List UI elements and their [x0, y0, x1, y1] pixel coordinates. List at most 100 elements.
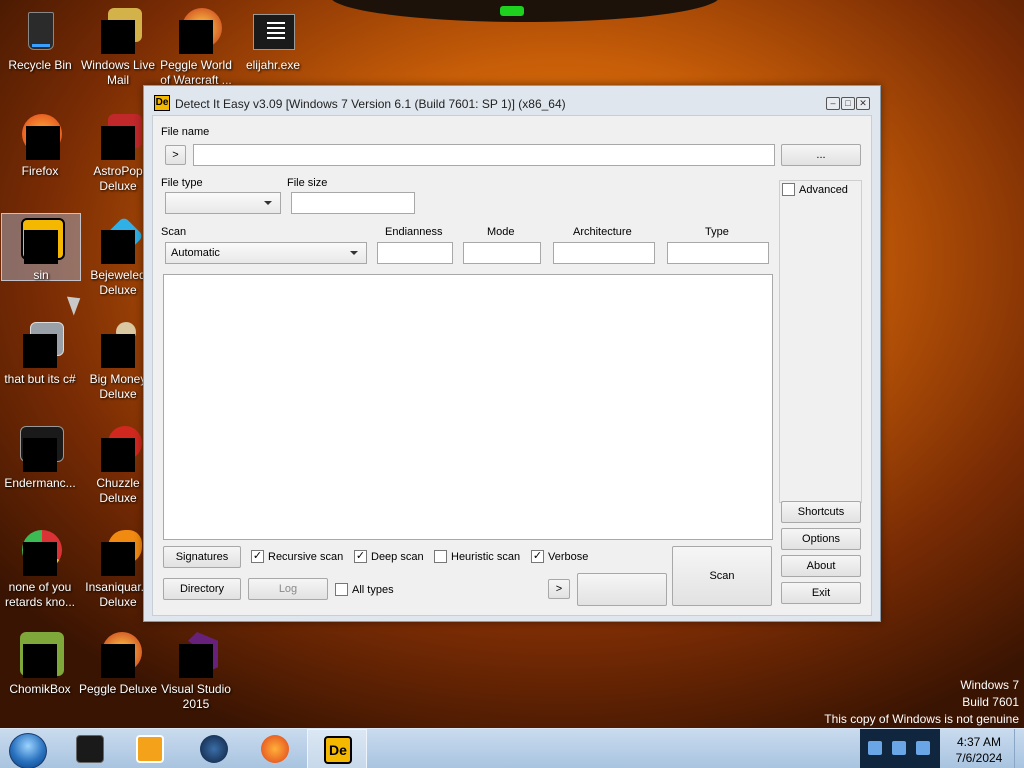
verbose-label: Verbose [548, 550, 589, 563]
exe-file-icon [249, 8, 297, 56]
heuristic-scan-checkbox[interactable]: Heuristic scan [434, 550, 520, 563]
verbose-checkbox[interactable]: ✓ Verbose [531, 550, 588, 563]
shortcuts-button[interactable]: Shortcuts [781, 501, 861, 523]
taskbar-item-firefox[interactable] [245, 729, 305, 768]
action-center-icon[interactable] [892, 741, 906, 755]
scan-mode-select[interactable]: Automatic [165, 242, 367, 264]
genuine-watermark: Windows 7 Build 7601 This copy of Window… [824, 677, 1019, 728]
desktop-icon-chomikbox[interactable]: ChomikBox [0, 628, 80, 697]
windows-live-mail-icon [94, 8, 142, 56]
taskbar-item-detect-it-easy[interactable]: De [307, 729, 367, 768]
file-size-label: File size [287, 177, 328, 189]
chevron-down-icon [264, 201, 272, 205]
show-desktop-button[interactable] [1014, 729, 1024, 768]
desktop-icon-endermanc[interactable]: Endermanc... [0, 422, 80, 491]
all-types-checkbox[interactable]: All types [335, 583, 394, 596]
options-button[interactable]: Options [781, 528, 861, 550]
window-client-area: File name > ... File type File size Adva… [152, 115, 872, 616]
desktop-icon-label: ChomikBox [9, 682, 71, 696]
desktop-icon-elijahr[interactable]: elijahr.exe [233, 4, 313, 73]
architecture-label: Architecture [573, 226, 632, 238]
window-title: Detect It Easy v3.09 [Windows 7 Version … [175, 97, 566, 111]
desktop-icon-that-but-its-csharp[interactable]: that but its c# [0, 318, 80, 387]
file-size-field[interactable] [291, 192, 415, 214]
endianness-field[interactable] [377, 242, 453, 264]
exe-file-icon [16, 426, 64, 474]
taskbar-item-terminal[interactable] [60, 729, 120, 768]
mode-field[interactable] [463, 242, 541, 264]
about-button[interactable]: About [781, 555, 861, 577]
visual-studio-icon [172, 632, 220, 680]
insaniquarium-icon [94, 530, 142, 578]
desktop-icon-label: sin [33, 268, 49, 282]
recursive-scan-box[interactable]: ✓ [251, 550, 264, 563]
watermark-line: Build 7601 [962, 695, 1019, 709]
file-type-select[interactable] [165, 192, 281, 214]
window-controls: – □ ✕ [826, 97, 870, 110]
clock-time: 4:37 AM [956, 735, 1002, 749]
deep-scan-checkbox[interactable]: ✓ Deep scan [354, 550, 424, 563]
wallpaper-top-shape [330, 0, 720, 22]
title-bar[interactable]: De Detect It Easy v3.09 [Windows 7 Versi… [144, 86, 880, 114]
exit-button[interactable]: Exit [781, 582, 861, 604]
heuristic-scan-label: Heuristic scan [451, 550, 521, 563]
minimize-icon[interactable]: – [826, 97, 840, 110]
signatures-button[interactable]: Signatures [163, 546, 241, 568]
scan-mode-value: Automatic [171, 247, 220, 259]
directory-button[interactable]: Directory [163, 578, 241, 600]
desktop-icon-firefox[interactable]: Firefox [0, 110, 80, 179]
taskbar-clock[interactable]: 4:37 AM 7/6/2024 [944, 734, 1014, 766]
desktop-icon-label: Visual Studio 2015 [161, 682, 231, 711]
desktop-icon-peggle-wow[interactable]: Peggle World of Warcraft ... [156, 4, 236, 88]
file-name-label: File name [161, 126, 210, 138]
scan-button[interactable]: Scan [672, 546, 772, 606]
detect-it-easy-window[interactable]: De Detect It Easy v3.09 [Windows 7 Versi… [143, 85, 881, 622]
file-name-field[interactable] [193, 144, 775, 166]
close-icon[interactable]: ✕ [856, 97, 870, 110]
system-tray [860, 729, 940, 768]
advanced-panel [779, 180, 862, 503]
next-arrow-button[interactable]: > [548, 579, 570, 599]
heuristic-scan-box[interactable] [434, 550, 447, 563]
desktop-icon-label: Endermanc... [4, 476, 76, 490]
recursive-scan-checkbox[interactable]: ✓ Recursive scan [251, 550, 343, 563]
scan-progress-button[interactable] [577, 573, 667, 606]
chrome-icon [16, 530, 64, 578]
taskbar-item-globe[interactable] [184, 729, 244, 768]
media-player-icon [136, 735, 164, 763]
history-arrow-button[interactable]: > [165, 145, 186, 165]
advanced-checkbox-box[interactable] [782, 183, 795, 196]
maximize-icon[interactable]: □ [841, 97, 855, 110]
desktop-icon-none-of-you[interactable]: none of you retards kno... [0, 526, 80, 610]
taskbar: De 4:37 AM 7/6/2024 [0, 728, 1024, 768]
detect-it-easy-icon [17, 218, 65, 266]
clock-date: 7/6/2024 [955, 751, 1003, 765]
volume-icon[interactable] [916, 741, 930, 755]
globe-icon [200, 735, 228, 763]
bejeweled-icon [94, 216, 144, 266]
network-icon[interactable] [868, 741, 882, 755]
taskbar-item-media-player[interactable] [120, 729, 180, 768]
chomikbox-icon [16, 632, 64, 680]
deep-scan-label: Deep scan [371, 550, 424, 563]
scan-results-panel[interactable] [163, 274, 773, 540]
firefox-icon [261, 735, 289, 763]
all-types-box[interactable] [335, 583, 348, 596]
astropop-icon [94, 114, 142, 162]
advanced-checkbox[interactable]: Advanced [782, 183, 848, 196]
desktop-icon-sin[interactable]: sin [1, 213, 81, 282]
desktop-icon-windows-live-mail[interactable]: Windows Live Mail [78, 4, 158, 88]
desktop-icon-peggle-deluxe[interactable]: Peggle Deluxe [78, 628, 158, 697]
type-field[interactable] [667, 242, 769, 264]
desktop-icon-label: elijahr.exe [245, 58, 301, 72]
log-button[interactable]: Log [248, 578, 328, 600]
desktop-icon-recycle-bin[interactable]: Recycle Bin [0, 4, 80, 73]
all-types-label: All types [352, 583, 394, 596]
verbose-box[interactable]: ✓ [531, 550, 544, 563]
deep-scan-box[interactable]: ✓ [354, 550, 367, 563]
browse-button[interactable]: ... [781, 144, 861, 166]
architecture-field[interactable] [553, 242, 655, 264]
desktop-icon-visual-studio[interactable]: Visual Studio 2015 [156, 628, 236, 712]
desktop-icon-label: Windows Live Mail [80, 58, 156, 87]
start-button[interactable] [3, 731, 53, 768]
